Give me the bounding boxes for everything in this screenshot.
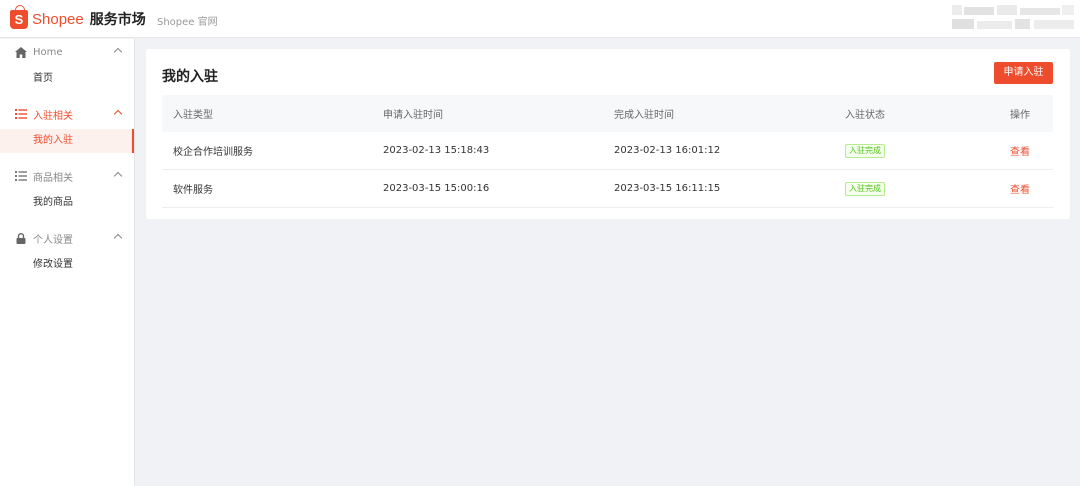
- chevron-up-icon: [113, 171, 123, 181]
- sidebar-group-label: 入驻相关: [33, 110, 73, 122]
- column-header: 申请入驻时间: [383, 110, 443, 121]
- status-badge: 入驻完成: [845, 181, 885, 196]
- cell-complete-time: 2023-03-15 16:11:15: [614, 183, 721, 194]
- view-link[interactable]: 查看: [1010, 143, 1030, 158]
- cell-action: 查看: [1000, 132, 1040, 169]
- column-header: 操作: [1010, 110, 1030, 121]
- sidebar-group-products[interactable]: 商品相关: [0, 165, 134, 187]
- cell-type: 校企合作培训服务: [173, 147, 253, 158]
- cell-type: 软件服务: [173, 185, 213, 196]
- column-header: 入驻状态: [845, 110, 885, 121]
- table-row: 校企合作培训服务 2023-02-13 15:18:43 2023-02-13 …: [162, 132, 1053, 170]
- status-badge: 入驻完成: [845, 143, 885, 158]
- cell-status: 入驻完成: [845, 132, 885, 169]
- brand-name: Shopee: [32, 10, 84, 28]
- sidebar-group-label: 个人设置: [33, 234, 73, 246]
- column-header: 完成入驻时间: [614, 110, 674, 121]
- chevron-up-icon: [113, 109, 123, 119]
- lock-icon: [15, 232, 27, 244]
- cell-apply-time: 2023-03-15 15:00:16: [383, 183, 490, 194]
- settlement-table: 入驻类型 申请入驻时间 完成入驻时间 入驻状态 操作 校企合作培训服务 2023…: [162, 95, 1053, 208]
- user-account-blurred[interactable]: [952, 5, 1076, 33]
- top-header: S Shopee 服务市场 Shopee 官网: [0, 0, 1080, 38]
- chevron-up-icon: [113, 233, 123, 243]
- view-link[interactable]: 查看: [1010, 181, 1030, 196]
- list-icon: [15, 108, 27, 120]
- shopee-logo[interactable]: S Shopee 服务市场: [10, 4, 146, 30]
- column-header: 入驻类型: [173, 110, 213, 121]
- sidebar-group-label: 商品相关: [33, 172, 73, 184]
- sidebar-group-settlement[interactable]: 入驻相关: [0, 103, 134, 125]
- apply-settlement-button[interactable]: 申请入驻: [994, 62, 1053, 84]
- page-title: 我的入驻: [162, 69, 218, 85]
- chevron-up-icon: [113, 47, 123, 57]
- home-icon: [15, 46, 27, 58]
- official-site-link[interactable]: Shopee 官网: [157, 13, 218, 28]
- sidebar-item-my-settlement[interactable]: 我的入驻: [0, 129, 134, 153]
- sidebar-group-home[interactable]: Home: [0, 41, 134, 63]
- cell-apply-time: 2023-02-13 15:18:43: [383, 145, 490, 156]
- sidebar-group-personal-settings[interactable]: 个人设置: [0, 227, 134, 249]
- shopee-bag-icon: S: [10, 4, 28, 29]
- table-row: 软件服务 2023-03-15 15:00:16 2023-03-15 16:1…: [162, 170, 1053, 208]
- sidebar-item-my-products[interactable]: 我的商品: [0, 191, 134, 215]
- sidebar-item-edit-settings[interactable]: 修改设置: [0, 253, 134, 277]
- cell-action: 查看: [1000, 170, 1040, 207]
- sidebar-group-label: Home: [33, 46, 63, 58]
- sidebar: Home 首页 入驻相关 我的入驻 商品相关 我的商品 个人设置 修改设置: [0, 39, 135, 486]
- list-icon: [15, 170, 27, 182]
- market-title: 服务市场: [89, 12, 146, 28]
- table-header: 入驻类型 申请入驻时间 完成入驻时间 入驻状态 操作: [162, 95, 1053, 132]
- cell-status: 入驻完成: [845, 170, 885, 207]
- cell-complete-time: 2023-02-13 16:01:12: [614, 145, 721, 156]
- sidebar-item-home[interactable]: 首页: [0, 67, 134, 91]
- settlement-card: 我的入驻 申请入驻 入驻类型 申请入驻时间 完成入驻时间 入驻状态 操作 校企合…: [146, 49, 1070, 219]
